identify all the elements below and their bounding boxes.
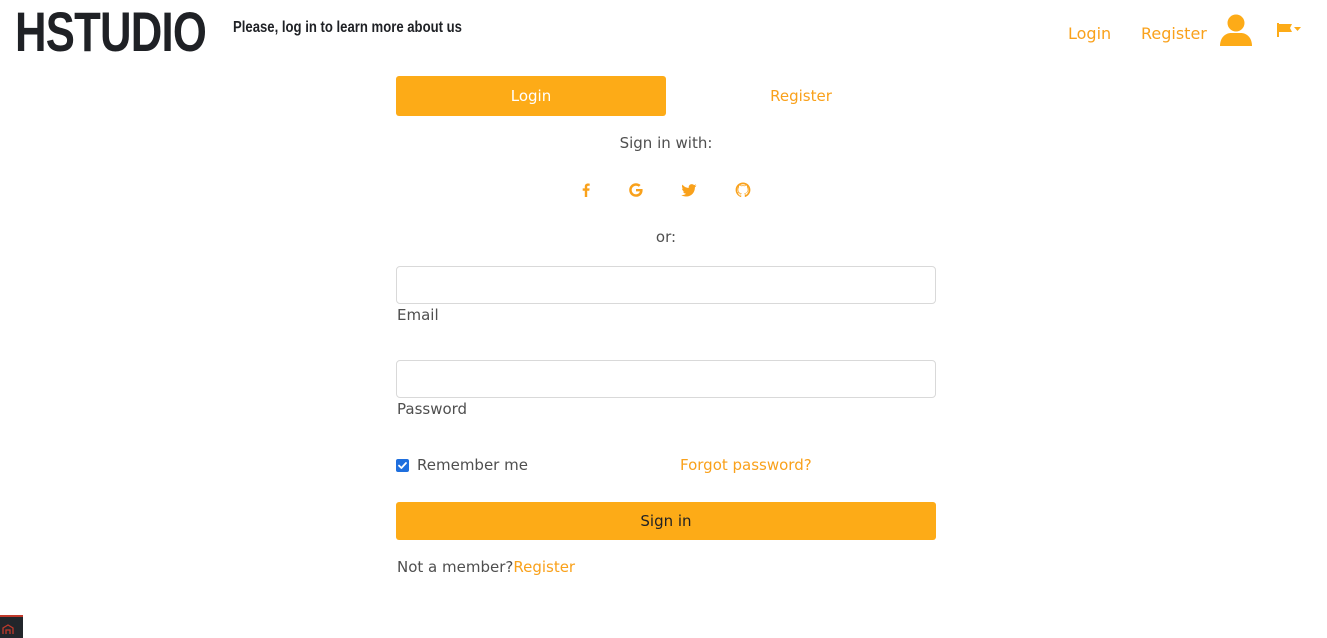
- register-link[interactable]: Register: [513, 558, 575, 576]
- remember-me-label[interactable]: Remember me: [417, 456, 528, 474]
- or-divider: or:: [655, 228, 677, 246]
- forgot-password-link[interactable]: Forgot password?: [680, 456, 812, 474]
- debug-toolbar-icon[interactable]: [0, 615, 23, 638]
- tab-login[interactable]: Login: [396, 76, 666, 116]
- nav-login-link[interactable]: Login: [1068, 24, 1111, 43]
- not-member-label: Not a member?: [397, 558, 514, 576]
- user-icon[interactable]: [1219, 13, 1253, 47]
- sign-in-button[interactable]: Sign in: [396, 502, 936, 540]
- remember-me-checkbox[interactable]: [396, 458, 409, 472]
- github-icon[interactable]: [733, 180, 753, 200]
- not-member-text: Not a member?Register: [397, 558, 575, 576]
- twitter-icon[interactable]: [679, 180, 699, 200]
- google-icon[interactable]: [626, 180, 646, 200]
- flag-icon[interactable]: [1276, 22, 1302, 38]
- email-field[interactable]: [396, 266, 936, 304]
- brand-logo[interactable]: HSTUDIO: [15, 2, 207, 62]
- remember-me-row: Remember me: [396, 456, 528, 474]
- email-label: Email: [397, 306, 439, 324]
- auth-tabs: Login Register: [396, 76, 936, 116]
- sign-in-with-label: Sign in with:: [619, 134, 713, 152]
- nav-register-link[interactable]: Register: [1141, 24, 1207, 43]
- header-tagline: Please, log in to learn more about us: [233, 19, 462, 36]
- facebook-icon[interactable]: [576, 180, 596, 200]
- tab-register[interactable]: Register: [666, 76, 936, 116]
- password-label: Password: [397, 400, 468, 418]
- password-field[interactable]: [396, 360, 936, 398]
